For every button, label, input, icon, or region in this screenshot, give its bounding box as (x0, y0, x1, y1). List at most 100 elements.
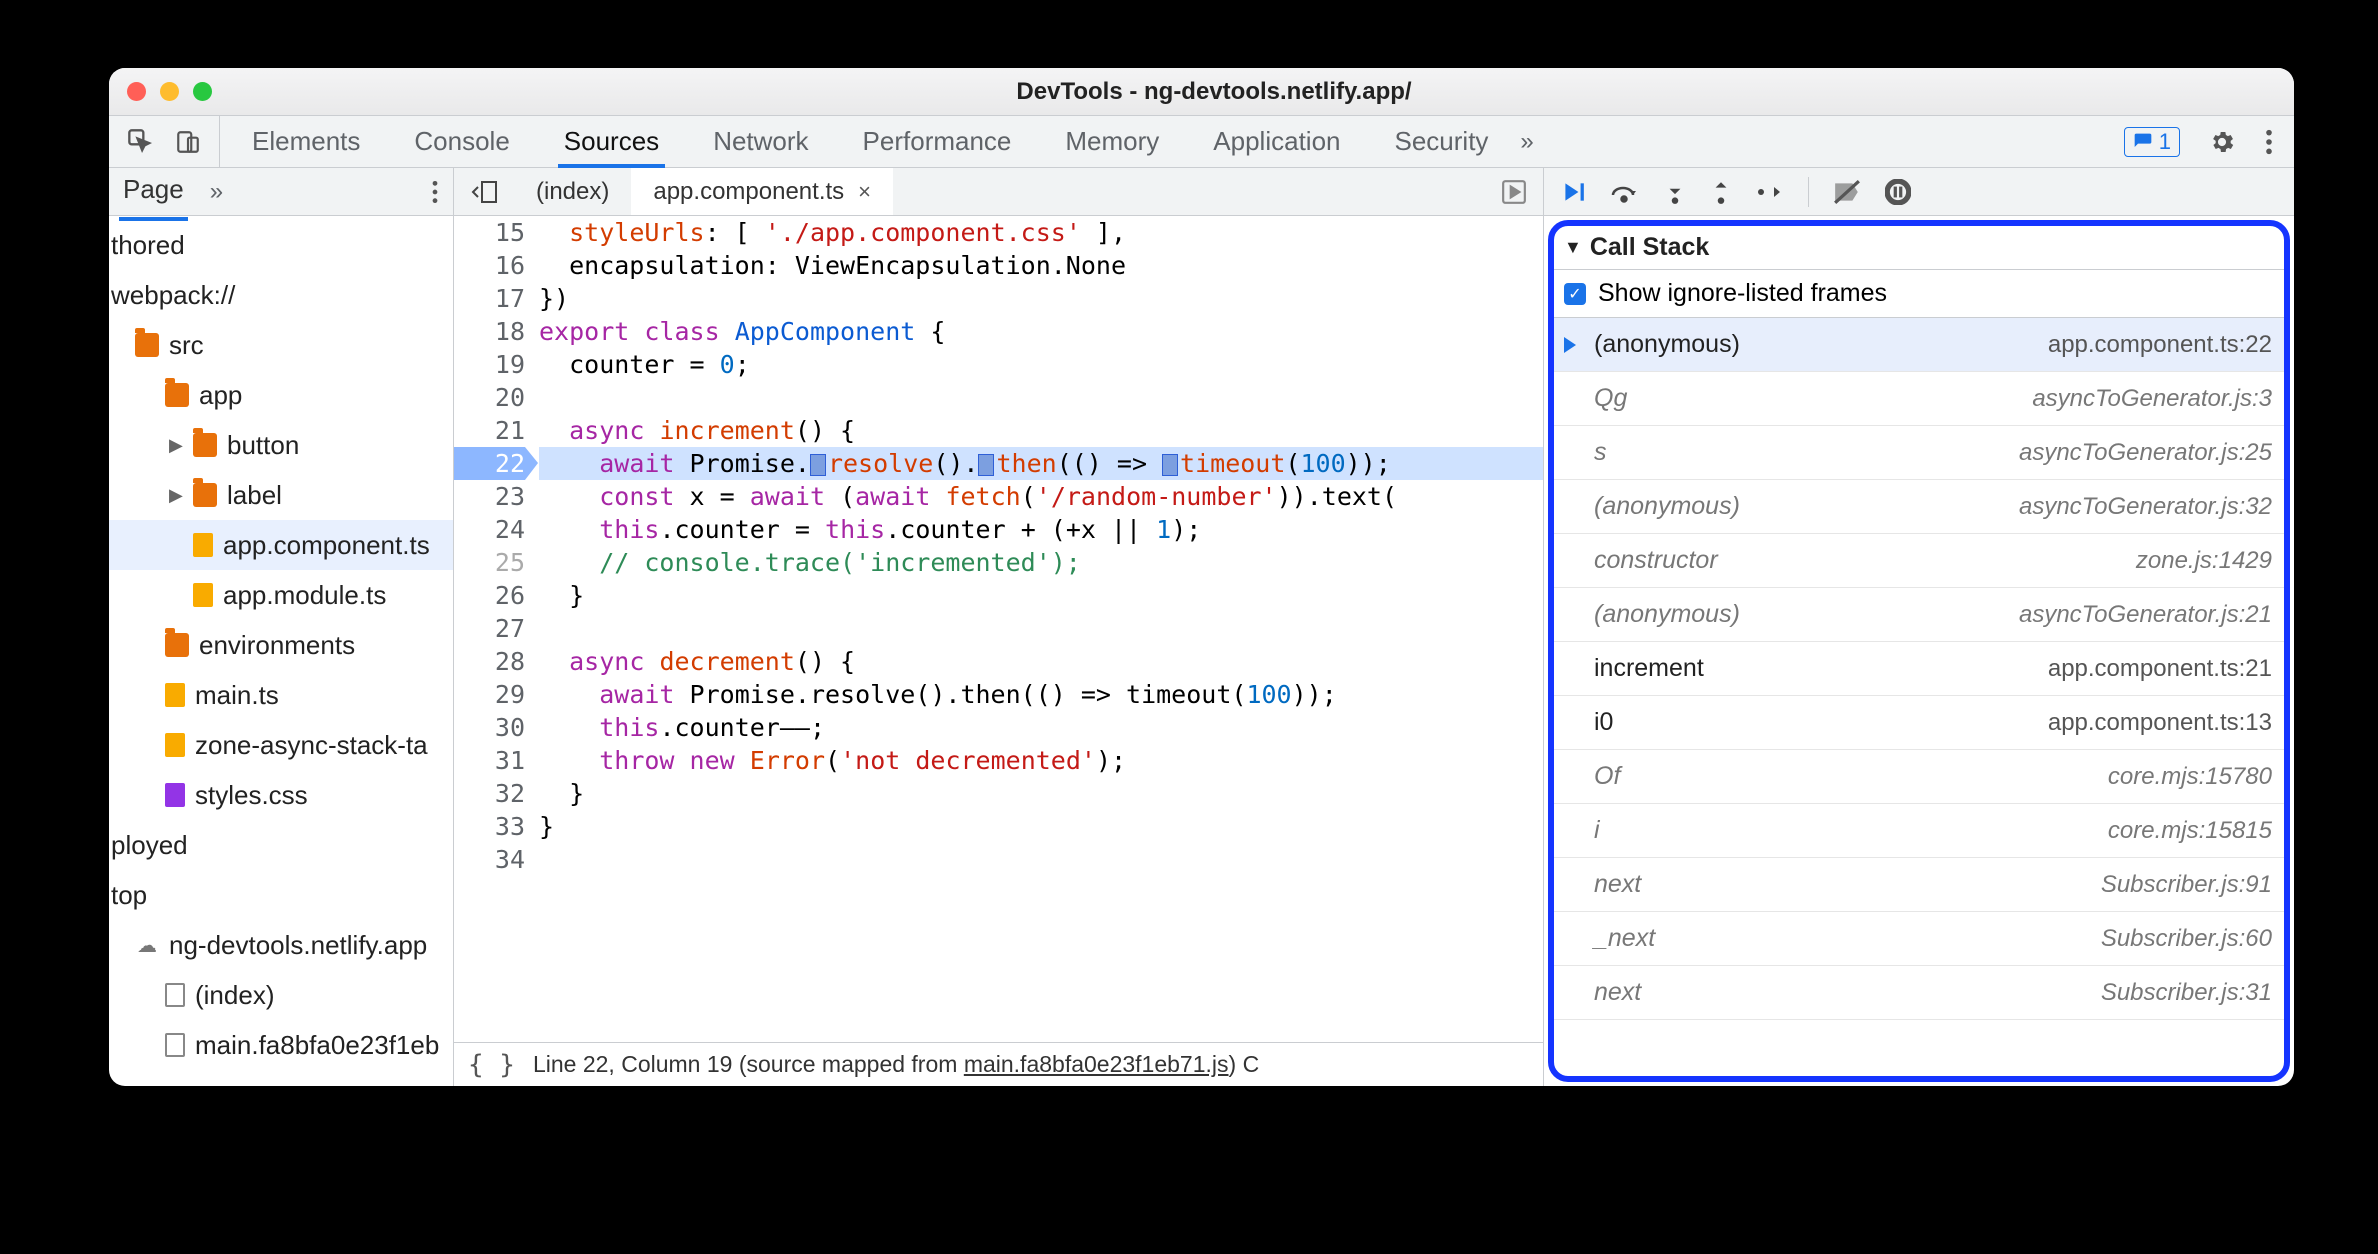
tree-item-label: top (111, 880, 147, 911)
tree-item[interactable]: ▶button (109, 420, 453, 470)
frame-location: Subscriber.js:91 (2101, 871, 2272, 899)
tree-item[interactable]: app.component.ts (109, 520, 453, 570)
panel-tab-network[interactable]: Network (713, 116, 808, 167)
tree-item[interactable]: (index) (109, 970, 453, 1020)
collapse-icon: ▼ (1564, 237, 1582, 258)
panel-tab-console[interactable]: Console (414, 116, 509, 167)
call-stack-frame[interactable]: i core.mjs:15815 (1554, 804, 2284, 858)
tree-item[interactable]: top (109, 870, 453, 920)
inspect-element-icon[interactable] (127, 128, 155, 156)
tree-item[interactable]: zone-async-stack-ta (109, 720, 453, 770)
tree-item[interactable]: webpack:// (109, 270, 453, 320)
tree-item[interactable]: src (109, 320, 453, 370)
tree-item-label: webpack:// (111, 280, 235, 311)
debugger-toolbar (1544, 168, 2294, 216)
settings-icon[interactable] (2208, 128, 2236, 156)
more-tabs-icon[interactable]: » (1520, 128, 1533, 156)
call-stack-frame[interactable]: QgasyncToGenerator.js:3 (1554, 372, 2284, 426)
call-stack-frame[interactable]: constructorzone.js:1429 (1554, 534, 2284, 588)
titlebar: DevTools - ng-devtools.netlify.app/ (109, 68, 2294, 116)
step-into-icon[interactable] (1664, 179, 1686, 205)
expand-icon: ▶ (169, 435, 183, 456)
frame-function: i (1594, 816, 1600, 845)
device-mode-icon[interactable] (175, 129, 201, 155)
editor-pane: (index)app.component.ts× 151617181920212… (454, 168, 1544, 1086)
navigator-menu-icon[interactable] (431, 179, 439, 205)
more-options-icon[interactable] (2264, 128, 2274, 156)
tree-item[interactable]: ▶label (109, 470, 453, 520)
panel-tab-sources[interactable]: Sources (564, 116, 659, 167)
pause-on-exceptions-icon[interactable] (1885, 179, 1911, 205)
tree-item[interactable]: thored (109, 220, 453, 270)
folder-icon (135, 333, 159, 357)
panel-tab-memory[interactable]: Memory (1065, 116, 1159, 167)
step-over-icon[interactable] (1610, 179, 1640, 205)
frame-function: s (1594, 438, 1607, 467)
pretty-print-icon[interactable]: { } (468, 1050, 515, 1080)
call-stack-header[interactable]: ▼ Call Stack (1554, 226, 2284, 270)
close-tab-icon[interactable]: × (858, 179, 871, 205)
traffic-lights (127, 82, 212, 101)
tree-item[interactable]: styles.css (109, 770, 453, 820)
frame-function: _next (1594, 924, 1655, 953)
call-stack-frame[interactable]: (anonymous)asyncToGenerator.js:21 (1554, 588, 2284, 642)
frame-function: Of (1594, 762, 1620, 791)
editor-tab[interactable]: (index) (514, 168, 631, 215)
issues-badge[interactable]: 1 (2124, 127, 2180, 157)
frame-location: Subscriber.js:60 (2101, 925, 2272, 953)
tree-item[interactable]: app (109, 370, 453, 420)
resume-icon[interactable] (1560, 179, 1586, 205)
frame-location: app.component.ts:21 (2048, 655, 2272, 683)
tree-item-label: thored (111, 230, 185, 261)
tree-item[interactable]: environments (109, 620, 453, 670)
file-icon (165, 983, 185, 1007)
close-window-button[interactable] (127, 82, 146, 101)
navigator-more-tabs-icon[interactable]: » (210, 178, 223, 206)
step-icon[interactable] (1756, 181, 1784, 203)
tree-item[interactable]: main.fa8bfa0e23f1eb (109, 1020, 453, 1070)
panel-tab-elements[interactable]: Elements (252, 116, 360, 167)
frame-function: increment (1594, 654, 1704, 683)
tree-item-label: ployed (111, 830, 188, 861)
deactivate-breakpoints-icon[interactable] (1833, 179, 1861, 205)
panel-tab-performance[interactable]: Performance (863, 116, 1012, 167)
call-stack-frame[interactable]: i0app.component.ts:13 (1554, 696, 2284, 750)
show-ignore-listed-option[interactable]: ✓ Show ignore-listed frames (1554, 270, 2284, 318)
tree-item[interactable]: app.module.ts (109, 570, 453, 620)
frame-function: (anonymous) (1594, 330, 1740, 359)
editor-footer: { } Line 22, Column 19 (source mapped fr… (454, 1042, 1543, 1086)
file-icon (165, 733, 185, 757)
folder-icon (165, 633, 189, 657)
frame-function: (anonymous) (1594, 492, 1740, 521)
issues-count: 1 (2159, 129, 2171, 155)
call-stack-frame[interactable]: increment app.component.ts:21 (1554, 642, 2284, 696)
tree-item[interactable]: ployed (109, 820, 453, 870)
frame-location: core.mjs:15815 (2108, 817, 2272, 845)
call-stack-frame[interactable]: Ofcore.mjs:15780 (1554, 750, 2284, 804)
panel-tab-security[interactable]: Security (1395, 116, 1489, 167)
call-stack-frame[interactable]: nextSubscriber.js:31 (1554, 966, 2284, 1020)
maximize-window-button[interactable] (193, 82, 212, 101)
source-map-link[interactable]: main.fa8bfa0e23f1eb71.js (964, 1051, 1229, 1077)
call-stack-frame[interactable]: nextSubscriber.js:91 (1554, 858, 2284, 912)
frame-location: Subscriber.js:31 (2101, 979, 2272, 1007)
panel-tab-application[interactable]: Application (1213, 116, 1340, 167)
call-stack-frame[interactable]: (anonymous)asyncToGenerator.js:32 (1554, 480, 2284, 534)
tree-item[interactable]: ☁ng-devtools.netlify.app (109, 920, 453, 970)
call-stack-frame[interactable]: sasyncToGenerator.js:25 (1554, 426, 2284, 480)
file-history-icon[interactable] (454, 180, 514, 204)
call-stack-frame[interactable]: _next Subscriber.js:60 (1554, 912, 2284, 966)
call-stack-frame[interactable]: (anonymous)app.component.ts:22 (1554, 318, 2284, 372)
navigator-page-tab[interactable]: Page (123, 174, 184, 209)
tree-item-label: app.module.ts (223, 580, 386, 611)
minimize-window-button[interactable] (160, 82, 179, 101)
run-snippet-icon[interactable] (1485, 179, 1543, 205)
file-icon (193, 583, 213, 607)
tree-item-label: main.ts (195, 680, 279, 711)
editor-tab[interactable]: app.component.ts× (631, 168, 893, 215)
call-stack-panel: ▼ Call Stack ✓ Show ignore-listed frames… (1548, 220, 2290, 1082)
step-out-icon[interactable] (1710, 179, 1732, 205)
code-editor[interactable]: 1516171819202122232425262728293031323334… (454, 216, 1543, 1042)
tree-item[interactable]: main.ts (109, 670, 453, 720)
tree-item-label: app.component.ts (223, 530, 430, 561)
